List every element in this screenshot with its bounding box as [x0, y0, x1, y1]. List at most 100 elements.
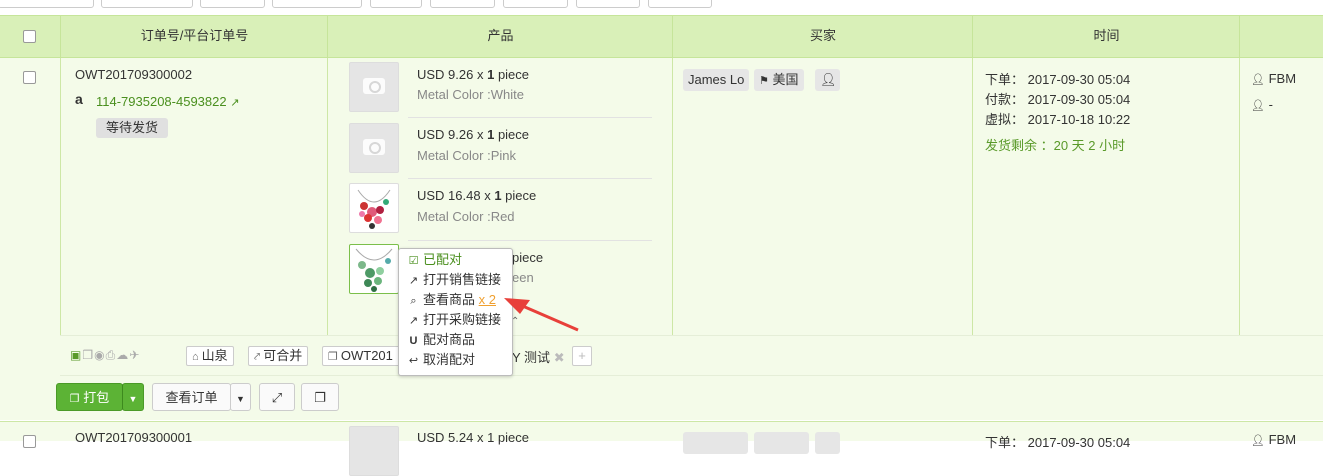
buyer-country[interactable]: ⚑ 美国: [754, 69, 804, 91]
header-time: 时间: [972, 16, 1240, 57]
divider: [408, 117, 652, 118]
location-icon[interactable]: ◉: [94, 348, 105, 362]
virtual-time: 虚拟： 2017-10-18 10:22: [985, 112, 1131, 127]
magnet-icon: U: [409, 335, 418, 347]
column-divider: [672, 15, 673, 335]
divider: [408, 240, 652, 241]
toolbar-button[interactable]: [503, 0, 568, 8]
product-price: USD 16.48 x 1 piece: [417, 188, 537, 203]
divider: [60, 335, 1323, 336]
gift-icon: ❐: [69, 393, 80, 405]
add-tag-button[interactable]: +: [572, 346, 592, 366]
user-icon: 👤︎: [1251, 100, 1265, 112]
header-buyer: 买家: [672, 16, 973, 57]
external-link-icon: ↗: [408, 315, 419, 327]
assignee: 👤︎ -: [1251, 97, 1273, 112]
print-icon[interactable]: ⎙: [106, 348, 117, 362]
menu-item-open-sale-link[interactable]: ↗ 打开销售链接: [407, 270, 501, 290]
camera-placeholder-icon: [349, 426, 399, 476]
select-all-checkbox[interactable]: [23, 30, 36, 43]
column-divider: [972, 15, 973, 335]
pack-dropdown-button[interactable]: ▼: [122, 383, 144, 411]
order-checkbox[interactable]: [23, 435, 36, 448]
toolbar-button[interactable]: [370, 0, 422, 8]
caret-down-icon: ▼: [128, 394, 138, 404]
tag-copy-order[interactable]: ❐ OWT201: [322, 346, 406, 366]
copy-icon: ❐: [328, 351, 338, 363]
tag-warehouse[interactable]: ⌂ 山泉: [186, 346, 234, 366]
merge-icon: ⤤: [254, 351, 261, 363]
product-price: USD 9.26 x 1 piece: [417, 67, 530, 82]
caret-down-icon: ▼: [236, 394, 245, 404]
product-variant: Metal Color :White: [417, 87, 524, 102]
flag-icon: ⚑: [759, 75, 769, 87]
divider: [408, 178, 652, 179]
toolbar-button[interactable]: [0, 0, 94, 8]
table-header: 订单号/平台订单号 产品 买家 时间: [0, 15, 1323, 58]
toolbar-button[interactable]: [576, 0, 640, 8]
fulfillment: 👤︎ FBM: [1251, 71, 1297, 86]
expand-icon: ⤢: [271, 390, 283, 405]
home-icon: ⌂: [192, 351, 199, 363]
toolbar-button[interactable]: [272, 0, 362, 8]
product-context-menu: ☑ 已配对 ↗ 打开销售链接 ⌕ 查看商品 x 2 ↗ 打开采购链接 U 配对商品 ↩ 取消…: [398, 248, 513, 376]
reply-icon: ↩: [408, 355, 419, 367]
view-order-button[interactable]: 查看订单: [152, 383, 231, 411]
product-variant-tail: een: [512, 270, 534, 285]
status-badge: 等待发货: [96, 118, 169, 138]
copy-icon: ❐: [314, 390, 326, 405]
pack-button[interactable]: ❐ 打包: [56, 383, 123, 411]
toolbar-button[interactable]: [101, 0, 193, 8]
toolbar-button[interactable]: [200, 0, 265, 8]
column-divider: [60, 15, 61, 335]
menu-item-view-product[interactable]: ⌕ 查看商品 x 2: [407, 290, 496, 310]
menu-item-cancel-pair[interactable]: ↩ 取消配对: [407, 350, 475, 370]
camera-placeholder-icon: [349, 123, 399, 173]
product-price: USD 9.26 x 1 piece: [417, 127, 530, 142]
tag-test[interactable]: Y 测试 ✖: [512, 347, 565, 366]
user-icon[interactable]: [815, 432, 840, 454]
header-extra: [1239, 16, 1323, 57]
expand-button[interactable]: ⤢: [259, 383, 295, 411]
product-price-tail: piece: [512, 250, 544, 265]
product-variant: Metal Color :Pink: [417, 148, 516, 163]
order-time: 下单： 2017-09-30 05:04: [985, 72, 1131, 87]
view-order-dropdown-button[interactable]: ▼: [230, 383, 251, 411]
divider: [60, 375, 1323, 376]
buyer-country[interactable]: [754, 432, 809, 454]
view-count-link[interactable]: x 2: [479, 292, 496, 307]
column-divider: [327, 15, 328, 335]
menu-item-open-purchase-link[interactable]: ↗ 打开采购链接: [407, 310, 501, 330]
check-square-icon: ☑: [408, 255, 419, 267]
header-order: 订单号/平台订单号: [60, 16, 328, 57]
external-link-icon: ↗: [230, 97, 240, 109]
shipping-remaining: 发货剩余 ：20 天 2 小时: [985, 138, 1126, 153]
order-time: 下单： 2017-09-30 05:04: [985, 435, 1131, 450]
menu-item-pair-product[interactable]: U 配对商品: [407, 330, 476, 350]
plane-icon[interactable]: ✈: [129, 348, 140, 362]
tag-mergeable[interactable]: ⤤ 可合并: [248, 346, 309, 366]
camera-placeholder-icon: [349, 62, 399, 112]
product-image-green-necklace[interactable]: [349, 244, 399, 294]
buyer-name[interactable]: James Lo: [683, 69, 750, 91]
order-checkbox[interactable]: [23, 71, 36, 84]
product-variant: Metal Color :Red: [417, 209, 515, 224]
product-price: USD 5.24 x 1 piece: [417, 430, 530, 445]
close-icon[interactable]: ✖: [554, 350, 565, 365]
copy-button[interactable]: ❐: [301, 383, 339, 411]
search-icon: ⌕: [410, 295, 417, 307]
platform-order-link[interactable]: 114-7935208-4593822 ↗: [96, 94, 239, 109]
paid-time: 付款： 2017-09-30 05:04: [985, 92, 1131, 107]
header-product: 产品: [327, 16, 673, 57]
user-icon[interactable]: 👤︎: [815, 69, 840, 91]
toolbar-button[interactable]: [430, 0, 495, 8]
menu-item-paired[interactable]: ☑ 已配对: [407, 250, 462, 270]
money-icon[interactable]: ▣: [70, 348, 82, 362]
order-icons: ▣❐◉⎙☁✈: [70, 348, 140, 363]
product-image-red-necklace[interactable]: [349, 183, 399, 233]
toolbar-button[interactable]: [648, 0, 712, 8]
amazon-icon: a: [75, 91, 83, 107]
gift-icon[interactable]: ❐: [82, 348, 94, 362]
buyer-name[interactable]: [683, 432, 748, 454]
cloud-icon[interactable]: ☁: [116, 348, 129, 362]
